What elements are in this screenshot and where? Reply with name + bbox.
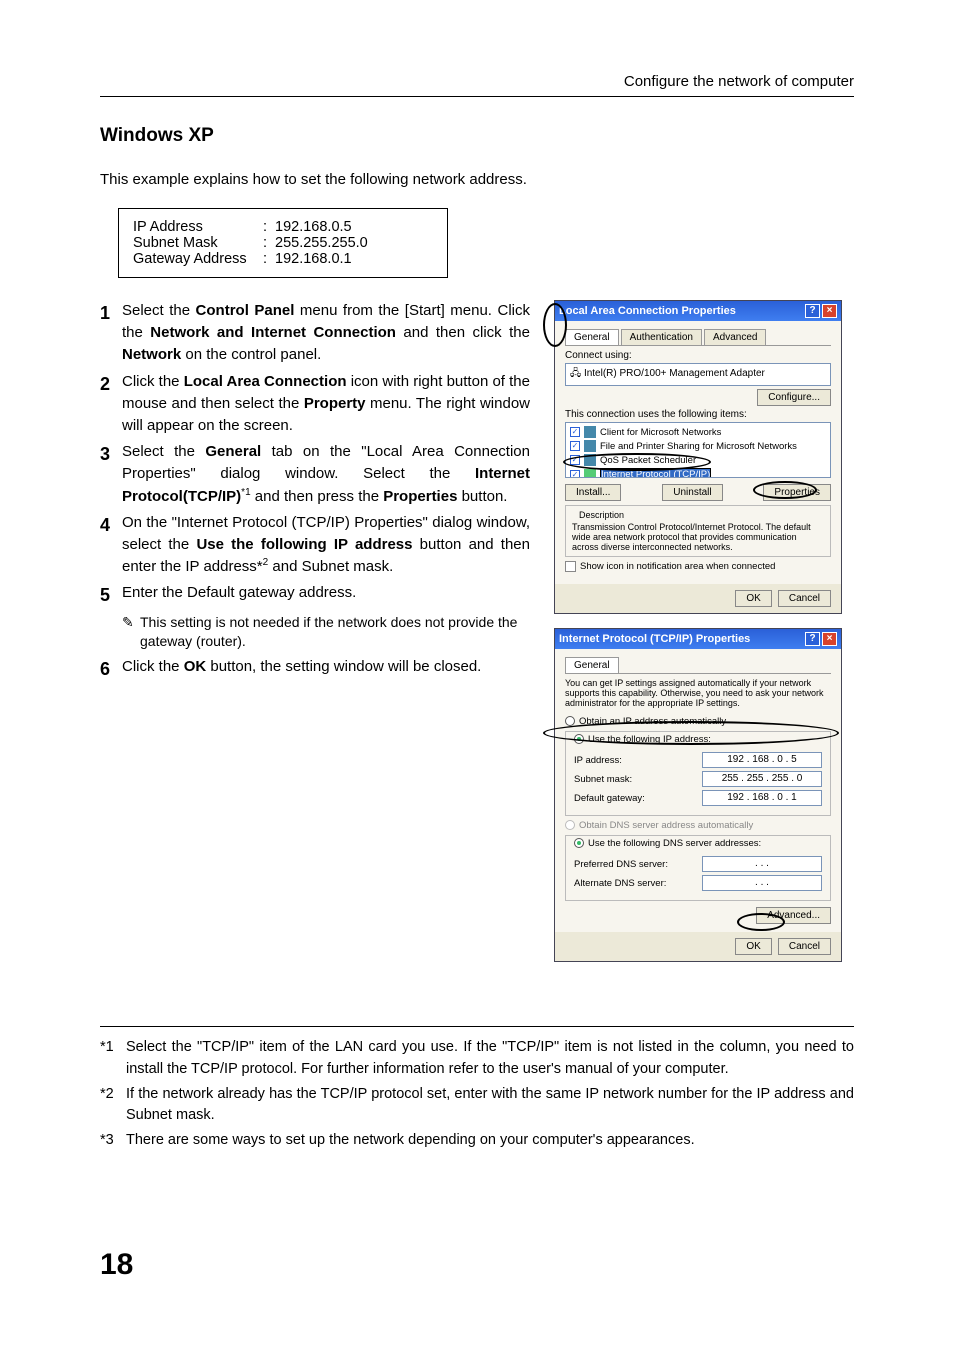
step-number: 2 [100, 371, 122, 438]
list-item[interactable]: Client for Microsoft Networks [600, 427, 721, 438]
gateway-input[interactable]: 192 . 168 . 0 . 1 [702, 790, 822, 806]
tab-general[interactable]: General [565, 657, 619, 673]
ok-button[interactable]: OK [735, 590, 771, 607]
alt-dns-label: Alternate DNS server: [574, 878, 666, 889]
footnote-key: *1 [100, 1037, 126, 1081]
lan-properties-dialog: Local Area Connection Properties ?× Gene… [554, 300, 842, 614]
install-button[interactable]: Install... [565, 484, 621, 501]
obtain-dns-label: Obtain DNS server address automatically [579, 820, 753, 831]
help-icon[interactable]: ? [805, 632, 820, 646]
step-5-note: ✎This setting is not needed if the netwo… [122, 613, 530, 652]
pref-dns-label: Preferred DNS server: [574, 859, 668, 870]
step-number: 4 [100, 512, 122, 579]
gateway-label: Gateway Address [133, 251, 263, 267]
use-dns-radio[interactable] [574, 838, 584, 848]
pref-dns-input[interactable]: . . . [702, 856, 822, 872]
dialog-title: Local Area Connection Properties [559, 305, 736, 317]
step-2: Click the Local Area Connection icon wit… [122, 371, 530, 438]
use-dns-label: Use the following DNS server addresses: [588, 838, 761, 849]
tab-general[interactable]: General [565, 329, 619, 345]
step-number: 6 [100, 656, 122, 683]
callout-ellipse [543, 303, 567, 347]
configure-button[interactable]: Configure... [757, 389, 831, 406]
step-6: Click the OK button, the setting window … [122, 656, 530, 683]
close-icon[interactable]: × [822, 304, 837, 318]
uninstall-button[interactable]: Uninstall [662, 484, 722, 501]
obtain-dns-radio [565, 820, 575, 830]
ip-label: IP Address [133, 219, 263, 235]
section-heading: Windows XP [100, 125, 854, 147]
address-box: IP Address:192.168.0.5 Subnet Mask:255.2… [118, 208, 448, 278]
dialog-blurb: You can get IP settings assigned automat… [565, 678, 831, 708]
steps-list: 1Select the Control Panel menu from the … [100, 300, 530, 609]
callout-ellipse [753, 481, 817, 499]
footnote-3: There are some ways to set up the networ… [126, 1130, 695, 1152]
step-number: 1 [100, 300, 122, 367]
help-icon[interactable]: ? [805, 304, 820, 318]
step-number: 3 [100, 441, 122, 508]
step-4: On the "Internet Protocol (TCP/IP) Prope… [122, 512, 530, 579]
footnote-1: Select the "TCP/IP" item of the LAN card… [126, 1037, 854, 1081]
footnote-2: If the network already has the TCP/IP pr… [126, 1084, 854, 1128]
tab-advanced[interactable]: Advanced [704, 329, 766, 345]
step-number: 5 [100, 582, 122, 609]
ip-value: 192.168.0.5 [275, 219, 352, 235]
list-item[interactable]: File and Printer Sharing for Microsoft N… [600, 441, 797, 452]
callout-ellipse [543, 721, 839, 745]
checkbox-icon[interactable]: ✓ [570, 470, 580, 479]
subnet-label: Subnet Mask [133, 235, 263, 251]
callout-ellipse [563, 453, 711, 471]
show-icon-label: Show icon in notification area when conn… [580, 561, 775, 572]
client-icon [584, 426, 596, 438]
callout-ellipse [737, 913, 785, 931]
checkbox-icon[interactable]: ✓ [570, 427, 580, 437]
ip-address-input[interactable]: 192 . 168 . 0 . 5 [702, 752, 822, 768]
step-3: Select the General tab on the "Local Are… [122, 441, 530, 508]
protocol-icon [584, 469, 596, 479]
header-rule [100, 96, 854, 97]
page-number: 18 [100, 1248, 133, 1282]
subnet-mask-label: Subnet mask: [574, 774, 632, 785]
breadcrumb: Configure the network of computer [100, 73, 854, 90]
footnote-key: *3 [100, 1130, 126, 1152]
description-text: Transmission Control Protocol/Internet P… [572, 522, 824, 552]
footnotes: *1Select the "TCP/IP" item of the LAN ca… [100, 1037, 854, 1152]
cancel-button[interactable]: Cancel [778, 590, 831, 607]
footnote-key: *2 [100, 1084, 126, 1128]
ip-address-label: IP address: [574, 755, 622, 766]
connect-using-label: Connect using: [565, 350, 831, 361]
subnet-mask-input[interactable]: 255 . 255 . 255 . 0 [702, 771, 822, 787]
alt-dns-input[interactable]: . . . [702, 875, 822, 891]
cancel-button[interactable]: Cancel [778, 938, 831, 955]
show-icon-checkbox[interactable] [565, 561, 576, 572]
gateway-label: Default gateway: [574, 793, 645, 804]
footnote-rule [100, 1026, 854, 1027]
items-label: This connection uses the following items… [565, 409, 831, 420]
printer-icon [584, 440, 596, 452]
tcpip-properties-dialog: Internet Protocol (TCP/IP) Properties ?×… [554, 628, 842, 962]
step-1: Select the Control Panel menu from the [… [122, 300, 530, 367]
ok-button[interactable]: OK [735, 938, 771, 955]
intro-text: This example explains how to set the fol… [100, 171, 854, 188]
close-icon[interactable]: × [822, 632, 837, 646]
tab-authentication[interactable]: Authentication [621, 329, 702, 345]
subnet-value: 255.255.255.0 [275, 235, 368, 251]
dialog-title: Internet Protocol (TCP/IP) Properties [559, 633, 750, 645]
pencil-icon: ✎ [122, 613, 140, 652]
step-5: Enter the Default gateway address. [122, 582, 530, 609]
checkbox-icon[interactable]: ✓ [570, 441, 580, 451]
adapter-field: 🖧 Intel(R) PRO/100+ Management Adapter [565, 363, 831, 386]
gateway-value: 192.168.0.1 [275, 251, 352, 267]
description-legend: Description [576, 510, 627, 520]
